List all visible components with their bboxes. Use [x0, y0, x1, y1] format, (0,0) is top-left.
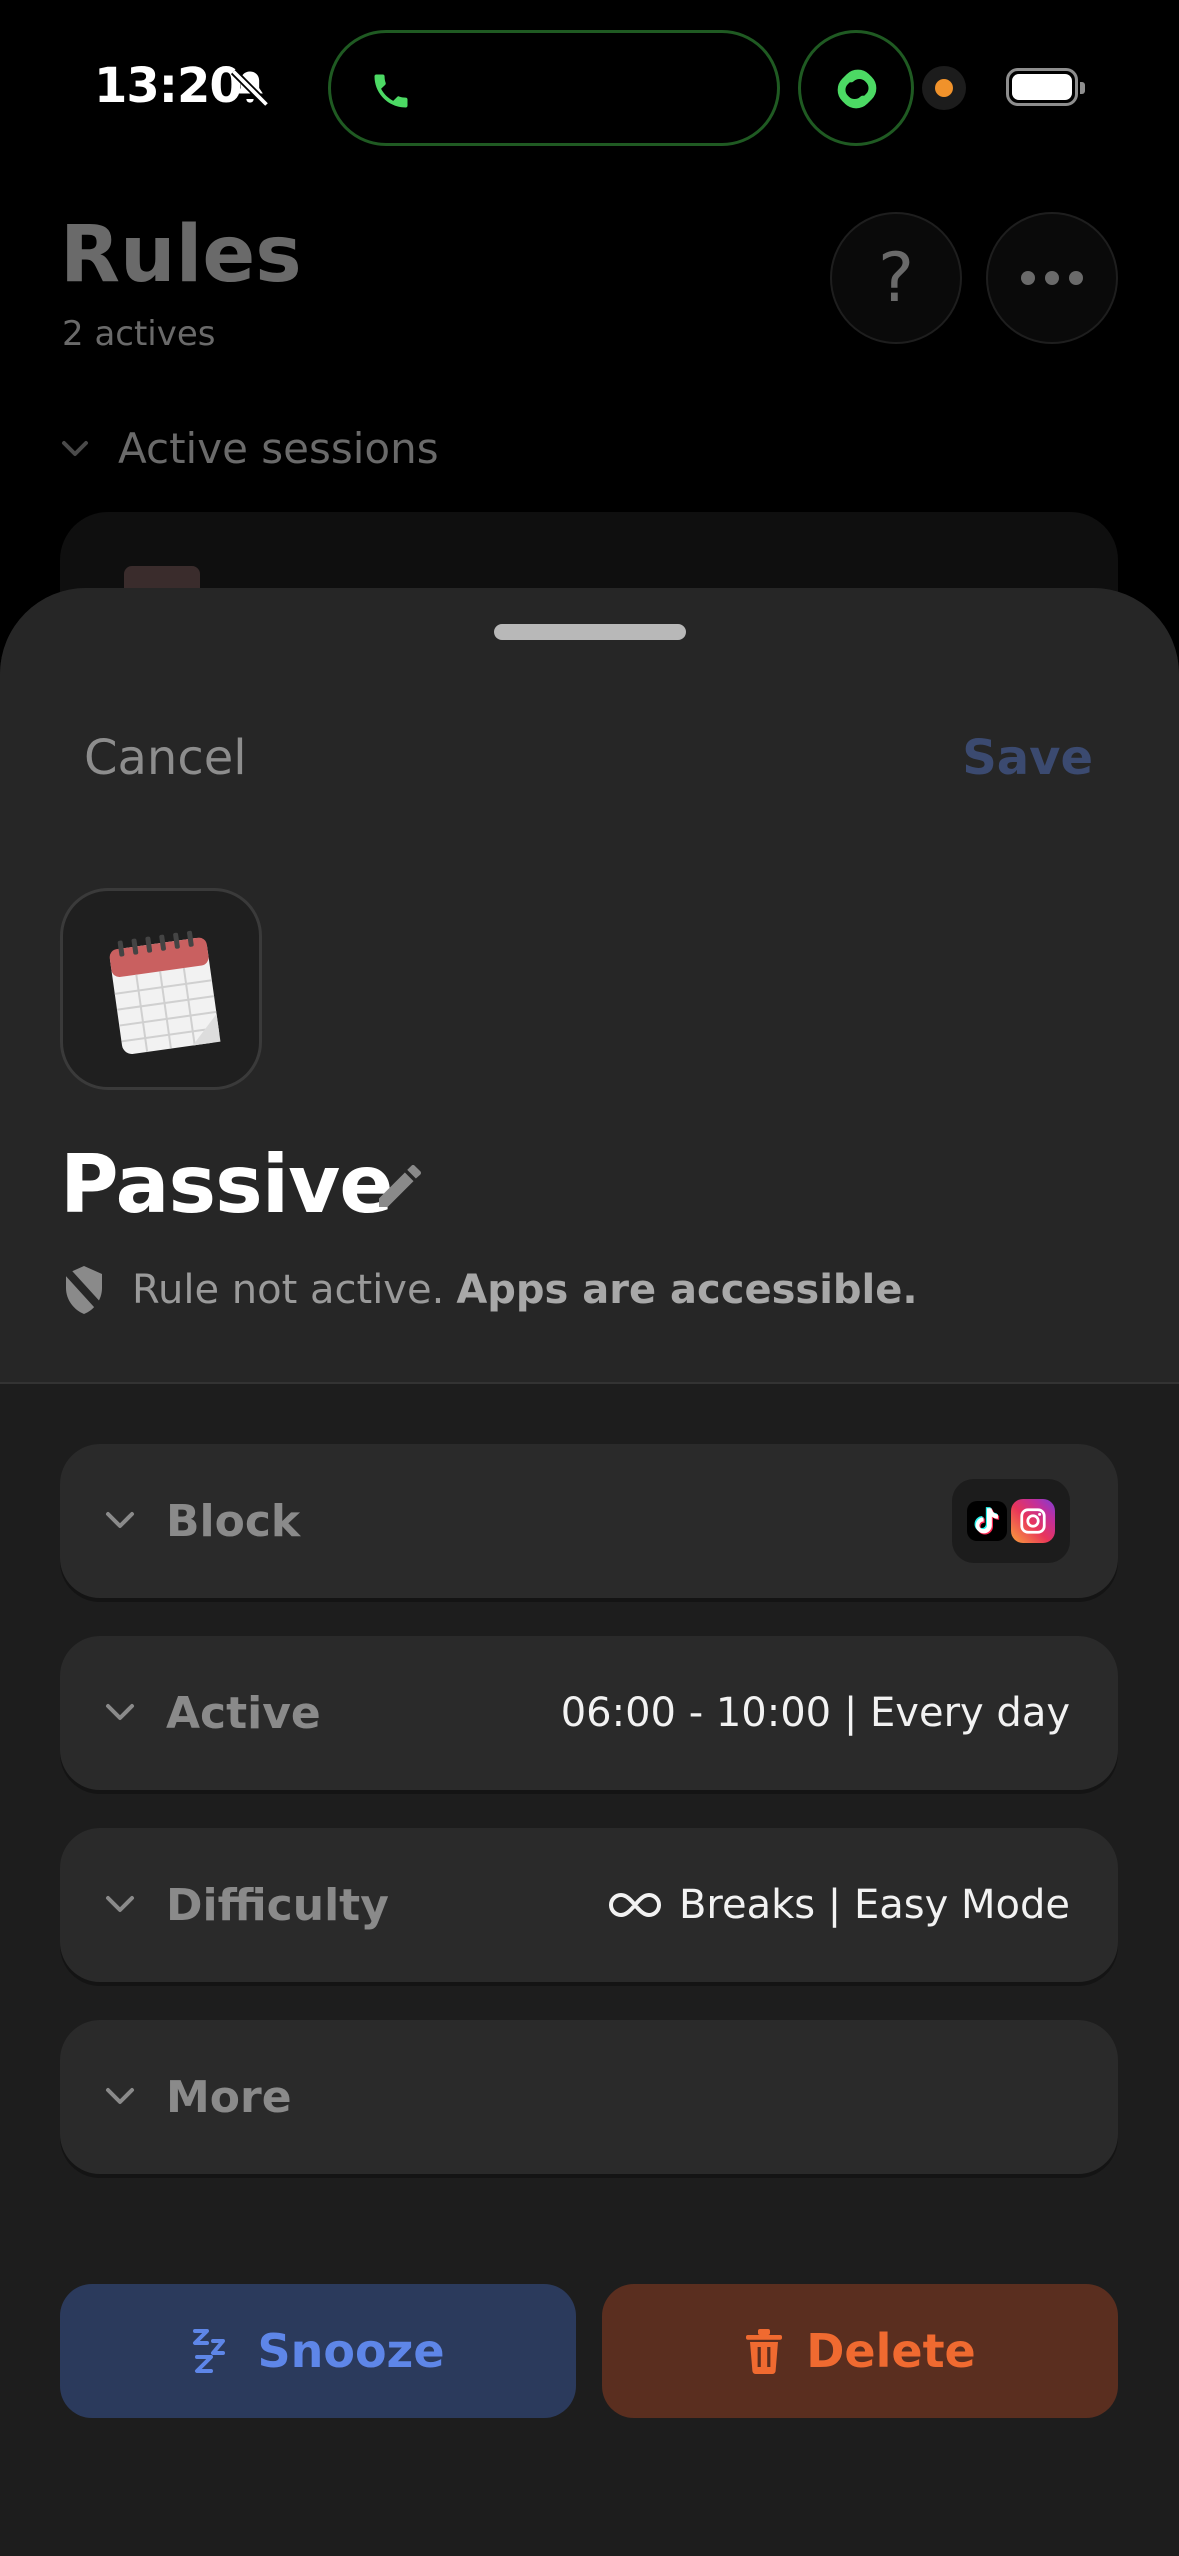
rule-icon-button[interactable]: [60, 888, 262, 1090]
difficulty-value: Breaks | Easy Mode: [678, 1882, 1070, 1928]
more-options-button[interactable]: [986, 212, 1118, 344]
difficulty-value-group: Breaks | Easy Mode: [607, 1882, 1070, 1928]
status-text: Rule not active.: [132, 1267, 445, 1313]
difficulty-row[interactable]: Difficulty Breaks | Easy Mode: [60, 1828, 1118, 1982]
snooze-icon: [193, 2329, 226, 2373]
section-label: Active sessions: [118, 424, 439, 473]
link-activity-indicator[interactable]: [798, 30, 914, 146]
rule-status: Rule not active. Apps are accessible.: [60, 1264, 918, 1316]
rule-name: Passive: [60, 1138, 394, 1231]
active-label: Active: [166, 1687, 321, 1739]
chevron-down-icon: [106, 1704, 134, 1720]
active-sessions-header[interactable]: Active sessions: [60, 424, 439, 473]
screen: 13:20 Rules 2 actives ? Active sessions: [0, 0, 1179, 2556]
bell-slash-icon: [230, 68, 270, 108]
active-count: 2 actives: [62, 314, 216, 354]
sheet-grabber[interactable]: [494, 624, 686, 640]
active-schedule-value: 06:00 - 10:00 | Every day: [560, 1690, 1070, 1736]
infinity-icon: [608, 1892, 661, 1918]
chevron-down-icon: [106, 1512, 134, 1528]
more-row[interactable]: More: [60, 2020, 1118, 2174]
more-label: More: [166, 2071, 292, 2123]
difficulty-label: Difficulty: [166, 1879, 389, 1931]
ellipsis-icon: [1021, 271, 1083, 285]
page-title: Rules: [60, 210, 302, 300]
help-label: ?: [877, 238, 915, 318]
trash-icon: [746, 2329, 783, 2374]
pencil-icon[interactable]: [372, 1158, 428, 1214]
tiktok-icon: [967, 1501, 1007, 1541]
block-row[interactable]: Block: [60, 1444, 1118, 1598]
chevron-down-icon: [106, 2088, 134, 2104]
delete-label: Delete: [806, 2324, 976, 2378]
help-button[interactable]: ?: [830, 212, 962, 344]
blocked-apps-badge: [952, 1479, 1070, 1563]
link-icon: [837, 69, 877, 109]
battery-icon: [1006, 68, 1085, 106]
phone-icon: [374, 74, 408, 108]
notepad-icon: [109, 930, 221, 1054]
block-label: Block: [166, 1495, 301, 1547]
chevron-down-icon: [106, 1896, 134, 1912]
chevron-down-icon: [62, 440, 88, 456]
privacy-indicator-dot: [922, 66, 966, 110]
instagram-icon: [1011, 1499, 1055, 1543]
active-call-indicator[interactable]: [328, 30, 780, 146]
active-schedule-row[interactable]: Active 06:00 - 10:00 | Every day: [60, 1636, 1118, 1790]
cancel-button[interactable]: Cancel: [84, 730, 247, 786]
snooze-label: Snooze: [257, 2324, 445, 2378]
delete-button[interactable]: Delete: [602, 2284, 1118, 2418]
status-strong-text: Apps are accessible.: [456, 1267, 918, 1313]
status-time: 13:20: [94, 58, 243, 114]
snooze-button[interactable]: Snooze: [60, 2284, 576, 2418]
shield-off-icon: [61, 1265, 107, 1315]
save-button[interactable]: Save: [962, 730, 1093, 786]
